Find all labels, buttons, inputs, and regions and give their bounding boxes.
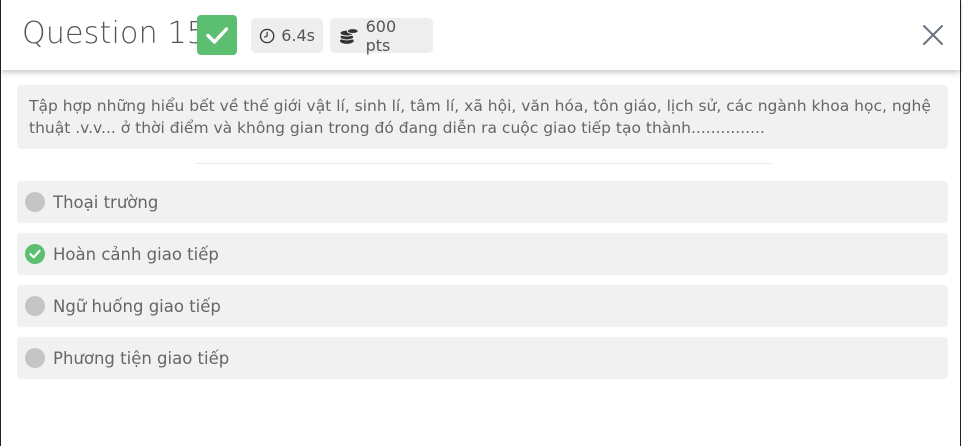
clock-icon: [259, 28, 275, 43]
time-pill: 6.4s: [251, 18, 323, 53]
answer-option[interactable]: Ngữ huống giao tiếp: [17, 285, 948, 327]
quiz-review-panel: Question 15 6.4s 600 pts Tập hợp những h…: [0, 0, 961, 446]
answer-option-label: Thoại trường: [53, 192, 159, 212]
unselected-radio-icon: [25, 192, 45, 212]
question-header: Question 15 6.4s 600 pts: [1, 0, 960, 70]
correct-status-badge: [197, 15, 237, 55]
unselected-radio-icon: [25, 296, 45, 316]
coins-icon: [339, 27, 359, 44]
unselected-radio-icon: [25, 348, 45, 368]
answer-option-label: Phương tiện giao tiếp: [53, 348, 230, 368]
answer-option[interactable]: Phương tiện giao tiếp: [17, 337, 948, 379]
check-circle-icon: [25, 244, 45, 264]
points-value: 600 pts: [365, 16, 397, 55]
divider: [196, 163, 771, 164]
answer-option-label: Hoàn cảnh giao tiếp: [53, 244, 219, 264]
check-icon: [206, 27, 229, 44]
question-text: Tập hợp những hiểu bết về thế giới vật l…: [17, 85, 948, 149]
answer-option-label: Ngữ huống giao tiếp: [53, 296, 221, 316]
time-value: 6.4s: [281, 26, 315, 45]
points-pill: 600 pts: [330, 16, 433, 55]
question-title: Question 15: [22, 16, 207, 51]
close-button[interactable]: [920, 22, 946, 48]
answer-option[interactable]: Thoại trường: [17, 181, 948, 223]
answer-option-correct[interactable]: Hoàn cảnh giao tiếp: [17, 233, 948, 275]
close-icon: [923, 25, 943, 45]
